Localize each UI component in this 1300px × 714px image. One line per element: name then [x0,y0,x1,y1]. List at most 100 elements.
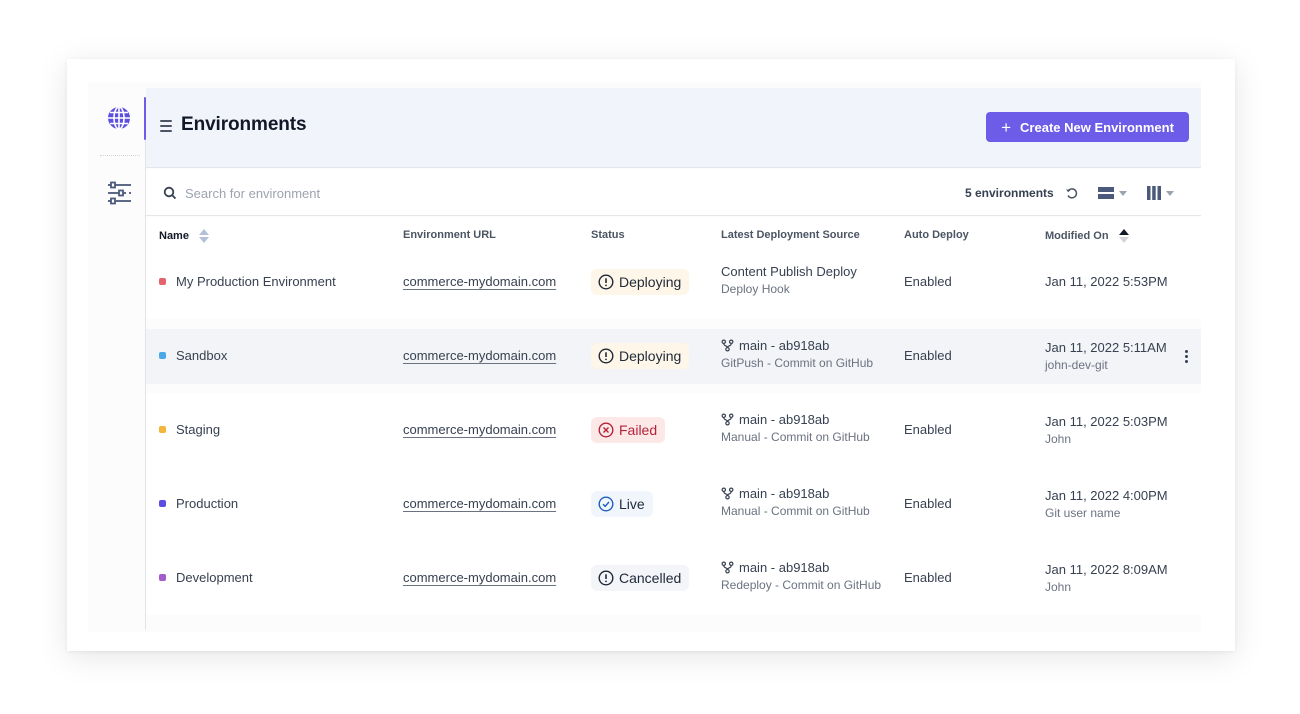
modified-by: John [1045,580,1072,594]
column-label: Name [159,230,189,242]
environment-url-link[interactable]: commerce-mydomain.com [403,274,556,289]
x-circle-icon [598,422,614,438]
modified-date: Jan 11, 2022 8:09AM [1045,562,1168,577]
page-title: Environments [181,114,307,135]
status-badge: Cancelled [591,565,690,591]
deployment-source-detail: Manual - Commit on GitHub [721,430,870,444]
plus-icon: + [1001,117,1012,137]
columns-dropdown[interactable] [1147,185,1179,201]
sidebar-item-settings[interactable] [107,181,132,205]
git-branch-icon [721,413,734,426]
deployment-source-detail: Manual - Commit on GitHub [721,504,870,518]
sidebar-divider [100,155,140,156]
environment-count: 5 environments [965,186,1054,200]
git-branch-icon [721,487,734,500]
column-header-deployment-source[interactable]: Latest Deployment Source [721,229,860,241]
auto-deploy-value: Enabled [904,496,952,511]
modified-date: Jan 11, 2022 5:11AM [1045,340,1167,355]
modified-by: john-dev-git [1045,358,1108,372]
table-row[interactable] [146,393,1201,467]
deployment-source-title: Content Publish Deploy [721,264,857,279]
alert-circle-icon [598,274,614,290]
deployment-source-title: main - ab918ab [739,412,830,427]
environment-color-dot [159,352,166,359]
deployment-source: main - ab918ab Manual - Commit on GitHub [721,412,870,444]
menu-icon[interactable] [160,120,172,132]
row-actions-kebab-icon[interactable] [1183,350,1189,364]
column-header-status[interactable]: Status [591,229,625,241]
column-label: Status [591,229,625,241]
environment-color-dot [159,500,166,507]
check-circle-icon [598,496,614,512]
column-header-url[interactable]: Environment URL [403,229,496,241]
deployment-source: main - ab918ab Redeploy - Commit on GitH… [721,560,881,592]
chevron-down-icon [1166,190,1174,196]
column-label: Auto Deploy [904,229,969,241]
refresh-icon[interactable] [1065,186,1079,200]
environment-url-link[interactable]: commerce-mydomain.com [403,496,556,511]
auto-deploy-value: Enabled [904,348,952,363]
environment-url-link[interactable]: commerce-mydomain.com [403,348,556,363]
environment-color-dot [159,426,166,433]
git-branch-icon [721,561,734,574]
modified-date: Jan 11, 2022 5:53PM [1045,274,1168,289]
deployment-source-detail: Redeploy - Commit on GitHub [721,578,882,592]
deployment-source: main - ab918ab Manual - Commit on GitHub [721,486,870,518]
environment-name[interactable]: My Production Environment [176,274,336,289]
deployment-source-title: main - ab918ab [739,338,830,353]
status-label: Cancelled [619,570,682,586]
environment-color-dot [159,574,166,581]
row-density-dropdown[interactable] [1098,185,1130,201]
status-badge: Live [591,491,653,517]
status-label: Deploying [619,348,682,364]
environment-color-dot [159,278,166,285]
rows-icon [1098,187,1114,199]
modified-on: Jan 11, 2022 5:11AM john-dev-git [1045,340,1167,372]
environment-name[interactable]: Development [176,570,253,585]
modified-by: Git user name [1045,506,1121,520]
status-badge: Failed [591,417,666,443]
alert-circle-icon [598,348,614,364]
environment-name[interactable]: Production [176,496,238,511]
environment-name[interactable]: Staging [176,422,220,437]
deployment-source-title: main - ab918ab [739,560,830,575]
create-new-environment-button[interactable]: + Create New Environment [986,112,1189,142]
environment-url-link[interactable]: commerce-mydomain.com [403,422,556,437]
table-row[interactable] [146,467,1201,541]
modified-on: Jan 11, 2022 4:00PM Git user name [1045,488,1168,520]
status-label: Deploying [619,274,682,290]
deployment-source-detail: GitPush - Commit on GitHub [721,356,874,370]
modified-date: Jan 11, 2022 5:03PM [1045,414,1168,429]
column-header-auto-deploy[interactable]: Auto Deploy [904,229,969,241]
columns-icon [1147,186,1161,200]
auto-deploy-value: Enabled [904,274,952,289]
sort-icon[interactable] [198,229,209,243]
auto-deploy-value: Enabled [904,422,952,437]
deployment-source-title: main - ab918ab [739,486,830,501]
deployment-source: main - ab918ab GitPush - Commit on GitHu… [721,338,873,370]
chevron-down-icon [1119,190,1127,196]
search-input[interactable] [185,183,485,203]
modified-on: Jan 11, 2022 8:09AM John [1045,562,1168,594]
auto-deploy-value: Enabled [904,570,952,585]
environment-url-link[interactable]: commerce-mydomain.com [403,570,556,585]
environment-name[interactable]: Sandbox [176,348,227,363]
alert-circle-icon [598,570,614,586]
status-badge: Deploying [591,269,690,295]
modified-date: Jan 11, 2022 4:00PM [1045,488,1168,503]
status-label: Live [619,496,645,512]
sort-ascending-icon[interactable] [1118,229,1129,243]
modified-on: Jan 11, 2022 5:53PM [1045,274,1168,289]
column-label: Environment URL [403,229,496,241]
sidebar [90,88,146,630]
globe-icon [108,106,130,130]
sidebar-item-environments[interactable] [107,106,131,130]
git-branch-icon [721,339,734,352]
sliders-icon [108,181,131,205]
status-badge: Deploying [591,343,690,369]
create-button-label: Create New Environment [1020,119,1174,135]
column-header-name[interactable]: Name [159,229,209,243]
deployment-source: Content Publish Deploy Deploy Hook [721,264,857,296]
column-header-modified-on[interactable]: Modified On [1045,229,1129,243]
modified-by: John [1045,432,1072,446]
